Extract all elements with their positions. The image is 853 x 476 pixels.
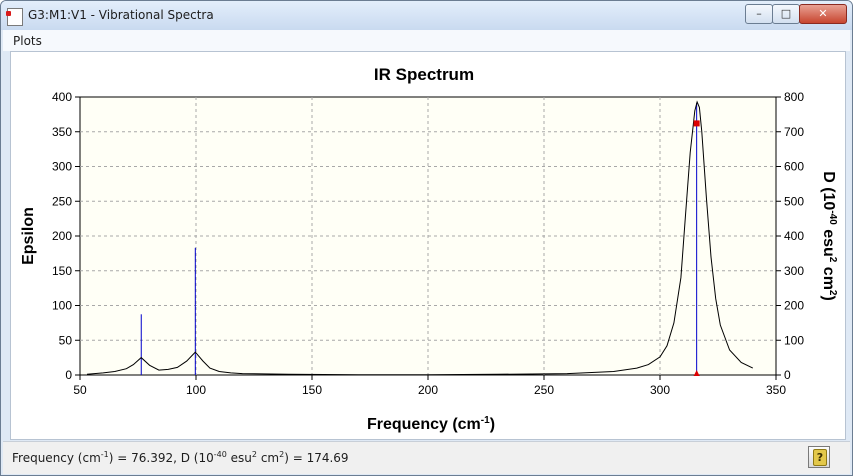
right-tick-label: 0 — [784, 368, 791, 382]
chart-title: IR Spectrum — [374, 65, 474, 84]
x-tick-label: 250 — [534, 383, 554, 397]
right-tick-label: 200 — [784, 299, 804, 313]
left-tick-label: 350 — [52, 125, 72, 139]
right-tick-label: 800 — [784, 90, 804, 104]
menu-bar: Plots — [3, 30, 850, 51]
x-tick-label: 200 — [418, 383, 438, 397]
right-tick-label: 700 — [784, 125, 804, 139]
x-tick-label: 150 — [302, 383, 322, 397]
right-axis-ticks: 0 100 200 300 400 500 600 700 800 — [776, 90, 804, 382]
menu-item-plots[interactable]: Plots — [13, 34, 42, 48]
right-tick-label: 400 — [784, 229, 804, 243]
maximize-button[interactable]: □ — [772, 4, 800, 24]
peak-square-marker — [693, 120, 700, 127]
x-axis-label: Frequency (cm-1) — [367, 415, 495, 433]
left-tick-label: 0 — [65, 368, 72, 382]
right-tick-label: 600 — [784, 160, 804, 174]
x-tick-label: 350 — [766, 383, 786, 397]
left-tick-label: 150 — [52, 264, 72, 278]
left-tick-label: 250 — [52, 194, 72, 208]
x-axis-ticks: 50 100 150 200 250 300 350 — [73, 375, 786, 397]
right-axis-label: D (10-40 esu2 cm2) — [820, 171, 838, 301]
minimize-button[interactable]: – — [745, 4, 773, 24]
right-tick-label: 300 — [784, 264, 804, 278]
document-icon[interactable] — [6, 8, 23, 26]
x-tick-label: 100 — [186, 383, 206, 397]
left-tick-label: 100 — [52, 299, 72, 313]
left-axis-label: Epsilon — [20, 207, 37, 265]
title-bar[interactable]: G3:M1:V1 - Vibrational Spectra – □ ✕ — [1, 1, 852, 30]
help-button[interactable]: ? — [808, 446, 830, 468]
plot-area[interactable]: IR Spectrum 50 100 150 200 250 300 350 0 50 100 1… — [10, 51, 846, 440]
window-title: G3:M1:V1 - Vibrational Spectra — [28, 8, 214, 22]
help-book-icon: ? — [813, 449, 827, 466]
status-readout: Frequency (cm-1) = 76.392, D (10-40 esu2… — [12, 450, 349, 465]
left-tick-label: 50 — [59, 333, 73, 347]
right-tick-label: 100 — [784, 333, 804, 347]
left-tick-label: 400 — [52, 90, 72, 104]
status-bar: Frequency (cm-1) = 76.392, D (10-40 esu2… — [3, 441, 850, 474]
left-tick-label: 200 — [52, 229, 72, 243]
right-tick-label: 500 — [784, 194, 804, 208]
left-tick-label: 300 — [52, 160, 72, 174]
vibrational-spectra-window: G3:M1:V1 - Vibrational Spectra – □ ✕ Plo… — [0, 0, 853, 476]
x-tick-label: 50 — [73, 383, 87, 397]
close-button[interactable]: ✕ — [799, 4, 847, 24]
x-tick-label: 300 — [650, 383, 670, 397]
ir-spectrum-chart[interactable]: IR Spectrum 50 100 150 200 250 300 350 0501001… — [11, 52, 845, 439]
left-axis-ticks: 0 50 100 150 200 250 300 350 400 — [52, 90, 80, 382]
